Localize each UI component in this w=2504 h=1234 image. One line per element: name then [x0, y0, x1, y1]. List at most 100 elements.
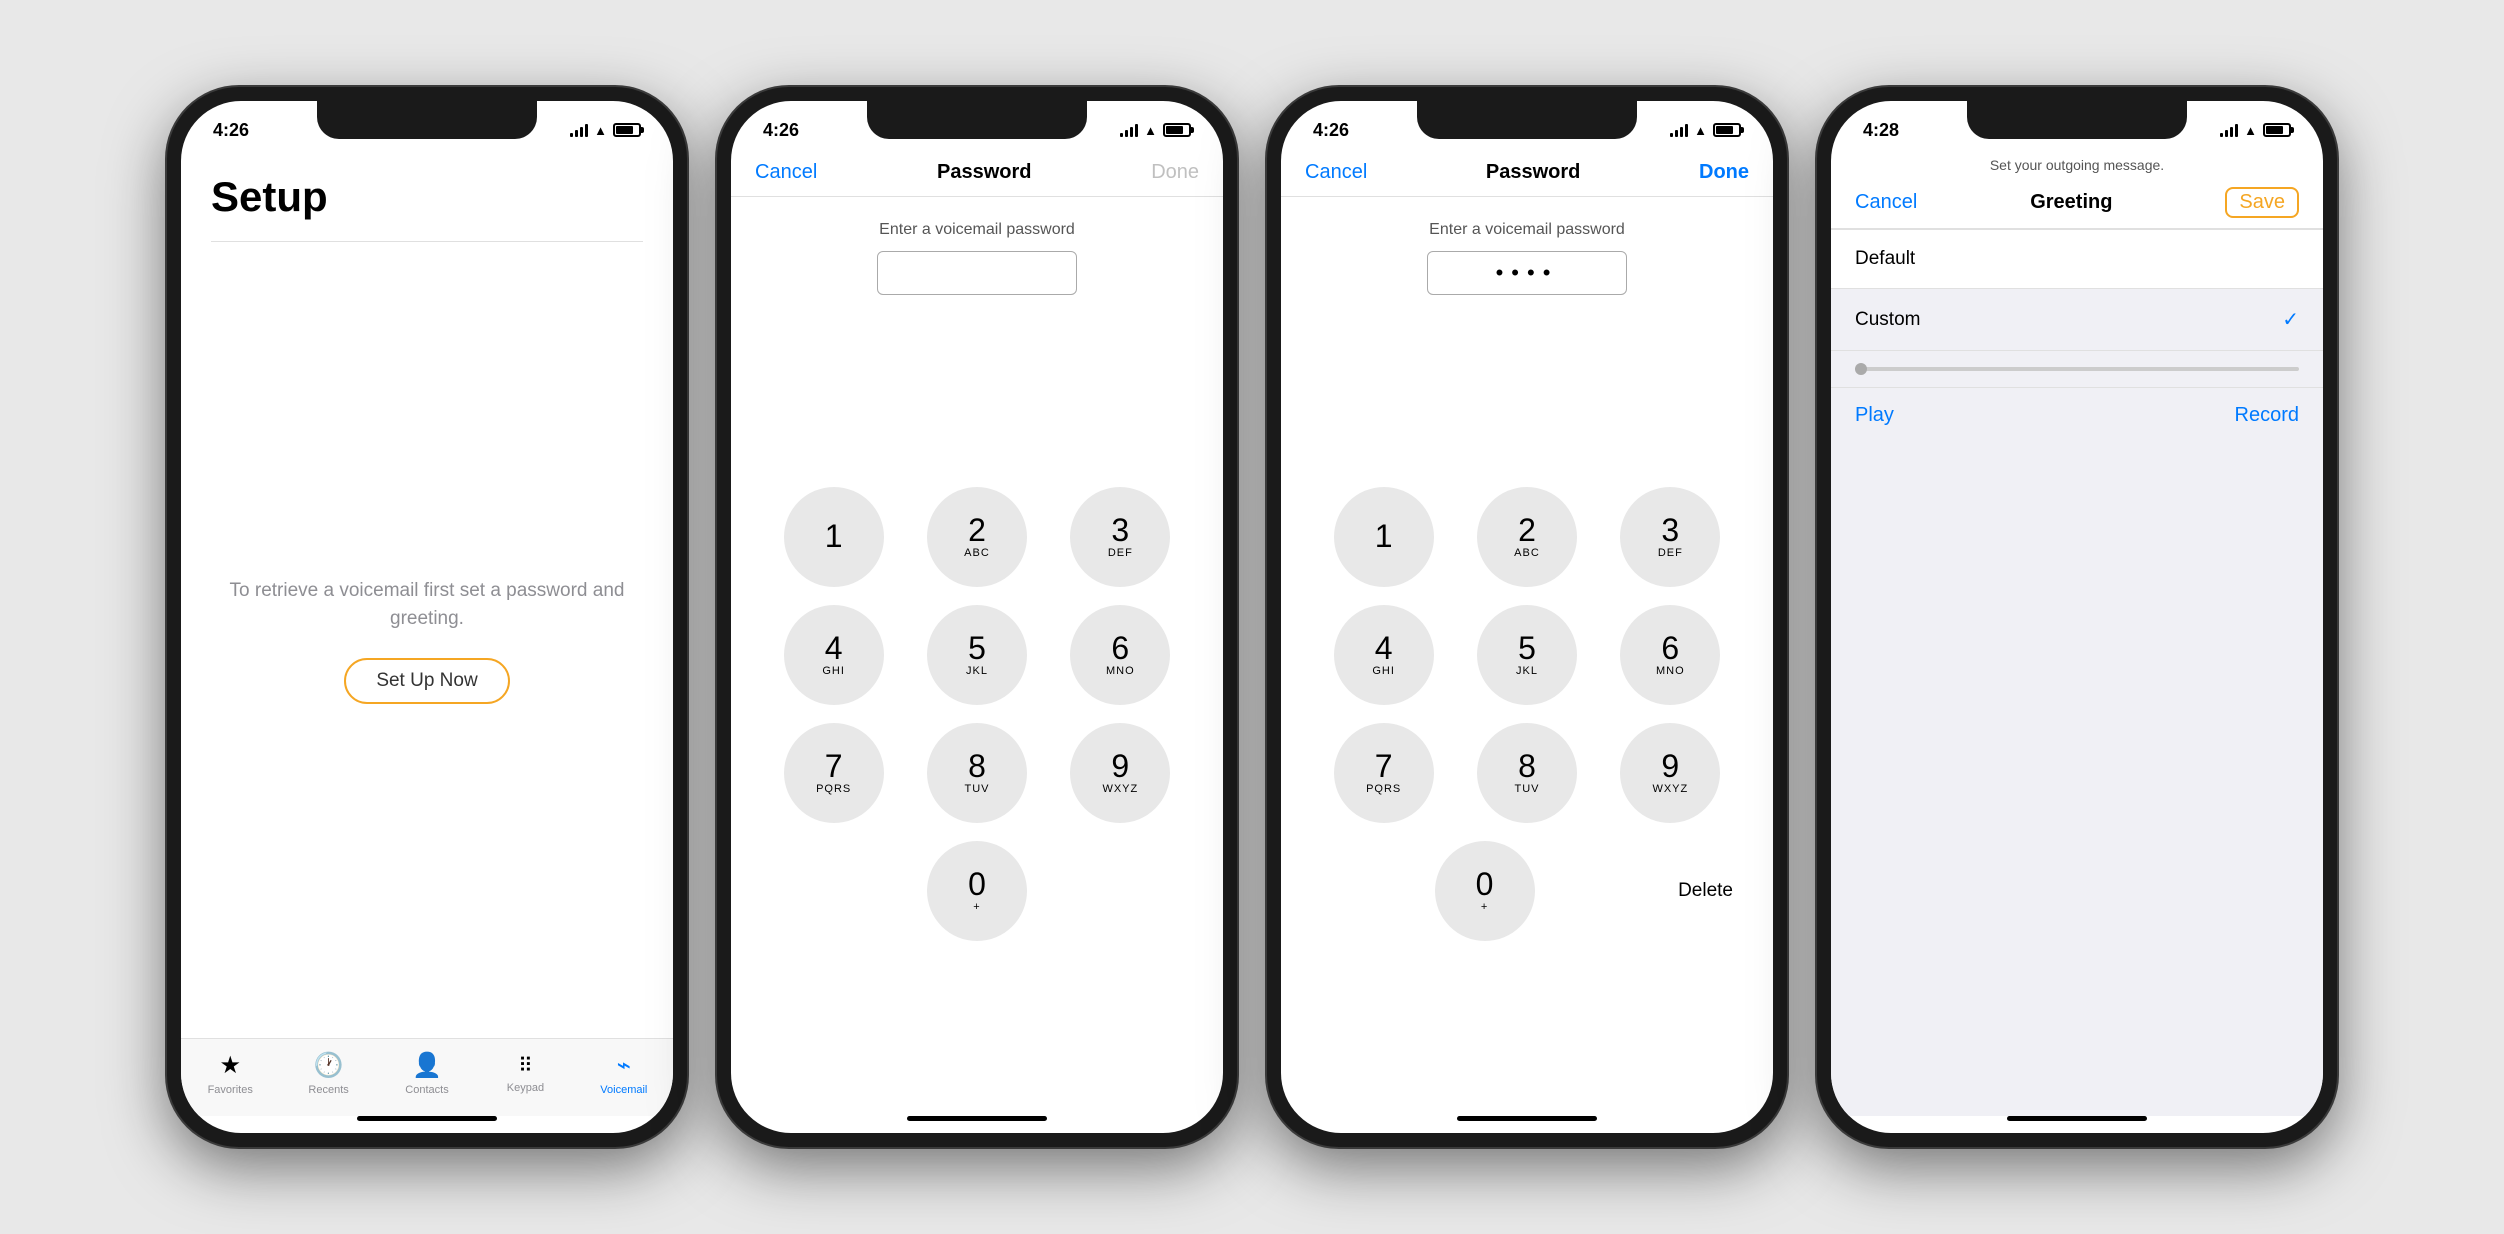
setup-body: To retrieve a voicemail first set a pass…	[211, 242, 643, 1038]
key-2[interactable]: 2ABC	[927, 487, 1027, 587]
password-filled-screen: Cancel Password Done Enter a voicemail p…	[1281, 153, 1773, 1133]
key-7[interactable]: 7PQRS	[784, 723, 884, 823]
key-0-3[interactable]: 0+	[1435, 841, 1535, 941]
keypad-icon: ⠿	[518, 1053, 533, 1078]
key-9-3[interactable]: 9WXYZ	[1620, 723, 1720, 823]
key-6-3[interactable]: 6MNO	[1620, 605, 1720, 705]
contacts-icon: 👤	[412, 1051, 442, 1080]
tab-voicemail[interactable]: ⌁ Voicemail	[575, 1051, 673, 1096]
tab-keypad[interactable]: ⠿ Keypad	[476, 1053, 574, 1094]
key-5-3[interactable]: 5JKL	[1477, 605, 1577, 705]
cancel-button-3[interactable]: Cancel	[1305, 161, 1367, 184]
phone-greeting: 4:28 ▲ Set your outgoing message. Cancel…	[1817, 87, 2337, 1147]
play-record-bar: Play Record	[1831, 387, 2323, 443]
keypad-3: 1 2ABC 3DEF 4GHI 5JKL 6MNO 7PQRS 8TUV 9W…	[1281, 311, 1773, 1116]
password-label: Enter a voicemail password	[879, 221, 1075, 239]
key-9[interactable]: 9WXYZ	[1070, 723, 1170, 823]
status-time-4: 4:28	[1863, 120, 1899, 141]
password-input[interactable]	[877, 251, 1077, 295]
greeting-options: Default Custom ✓	[1831, 229, 2323, 351]
home-indicator-2	[907, 1116, 1047, 1121]
greeting-cancel-button[interactable]: Cancel	[1855, 191, 1917, 214]
status-time: 4:26	[213, 120, 249, 141]
greeting-nav: Cancel Greeting Save	[1831, 181, 2323, 229]
key-2-3[interactable]: 2ABC	[1477, 487, 1577, 587]
set-up-now-button[interactable]: Set Up Now	[344, 658, 509, 704]
wifi-icon-3: ▲	[1694, 123, 1707, 138]
recents-icon: 🕐	[314, 1051, 344, 1080]
key-3-3[interactable]: 3DEF	[1620, 487, 1720, 587]
status-icons-3: ▲	[1670, 123, 1741, 138]
status-icons-4: ▲	[2220, 123, 2291, 138]
favorites-icon: ★	[219, 1051, 241, 1080]
setup-instruction: To retrieve a voicemail first set a pass…	[211, 577, 643, 634]
battery-icon	[613, 123, 641, 137]
delete-button[interactable]: Delete	[1678, 880, 1733, 902]
tab-recents[interactable]: 🕐 Recents	[279, 1051, 377, 1096]
key-4[interactable]: 4GHI	[784, 605, 884, 705]
home-indicator	[357, 1116, 497, 1121]
phones-container: 4:26 ▲ Setup	[127, 47, 2377, 1187]
greeting-save-button[interactable]: Save	[2225, 187, 2299, 218]
notch	[867, 101, 1087, 139]
tab-recents-label: Recents	[308, 1084, 348, 1096]
nav-title: Password	[937, 161, 1031, 184]
key-0[interactable]: 0+	[927, 841, 1027, 941]
done-button-3[interactable]: Done	[1699, 161, 1749, 184]
greeting-option-default[interactable]: Default	[1831, 229, 2323, 289]
greeting-subtitle: Set your outgoing message.	[1831, 153, 2323, 181]
key-8-3[interactable]: 8TUV	[1477, 723, 1577, 823]
tab-contacts[interactable]: 👤 Contacts	[378, 1051, 476, 1096]
tab-favorites-label: Favorites	[208, 1084, 253, 1096]
setup-screen: Setup To retrieve a voicemail first set …	[181, 153, 673, 1133]
notch	[317, 101, 537, 139]
greeting-option-custom[interactable]: Custom ✓	[1831, 289, 2323, 351]
status-time-2: 4:26	[763, 120, 799, 141]
greeting-custom-label: Custom	[1855, 309, 1920, 331]
notch-3	[1417, 101, 1637, 139]
setup-title: Setup	[211, 173, 643, 221]
key-6[interactable]: 6MNO	[1070, 605, 1170, 705]
tab-contacts-label: Contacts	[405, 1084, 448, 1096]
progress-thumb[interactable]	[1855, 363, 1867, 375]
record-button[interactable]: Record	[2235, 404, 2299, 427]
signal-icon	[570, 123, 588, 137]
done-button[interactable]: Done	[1151, 161, 1199, 184]
tab-favorites[interactable]: ★ Favorites	[181, 1051, 279, 1096]
home-indicator-4	[2007, 1116, 2147, 1121]
cancel-button[interactable]: Cancel	[755, 161, 817, 184]
nav-bar: Cancel Password Done	[731, 153, 1223, 197]
tab-keypad-label: Keypad	[507, 1082, 544, 1094]
battery-icon-4	[2263, 123, 2291, 137]
key-3[interactable]: 3DEF	[1070, 487, 1170, 587]
key-5[interactable]: 5JKL	[927, 605, 1027, 705]
key-zero-row: 0+	[771, 841, 1183, 941]
play-button[interactable]: Play	[1855, 404, 1894, 427]
key-8[interactable]: 8TUV	[927, 723, 1027, 823]
greeting-empty-space	[1831, 443, 2323, 1116]
wifi-icon-4: ▲	[2244, 123, 2257, 138]
progress-track[interactable]	[1855, 367, 2299, 371]
greeting-screen: Set your outgoing message. Cancel Greeti…	[1831, 153, 2323, 1133]
wifi-icon-2: ▲	[1144, 123, 1157, 138]
phone-password-filled: 4:26 ▲ Cancel Password Done Enter a voic…	[1267, 87, 1787, 1147]
notch-4	[1967, 101, 2187, 139]
status-icons-2: ▲	[1120, 123, 1191, 138]
checkmark-icon: ✓	[2282, 307, 2299, 332]
tab-bar: ★ Favorites 🕐 Recents 👤 Contacts ⠿ Keypa…	[181, 1038, 673, 1116]
key-1[interactable]: 1	[784, 487, 884, 587]
signal-icon-3	[1670, 123, 1688, 137]
battery-icon-3	[1713, 123, 1741, 137]
voicemail-icon: ⌁	[617, 1051, 631, 1080]
key-4-3[interactable]: 4GHI	[1334, 605, 1434, 705]
signal-icon-2	[1120, 123, 1138, 137]
key-1-3[interactable]: 1	[1334, 487, 1434, 587]
progress-area	[1831, 351, 2323, 387]
nav-bar-3: Cancel Password Done	[1281, 153, 1773, 197]
password-section-3: Enter a voicemail password ••••	[1281, 197, 1773, 311]
greeting-title: Greeting	[2030, 191, 2112, 214]
password-section: Enter a voicemail password	[731, 197, 1223, 311]
signal-icon-4	[2220, 123, 2238, 137]
password-input-3[interactable]: ••••	[1427, 251, 1627, 295]
key-7-3[interactable]: 7PQRS	[1334, 723, 1434, 823]
